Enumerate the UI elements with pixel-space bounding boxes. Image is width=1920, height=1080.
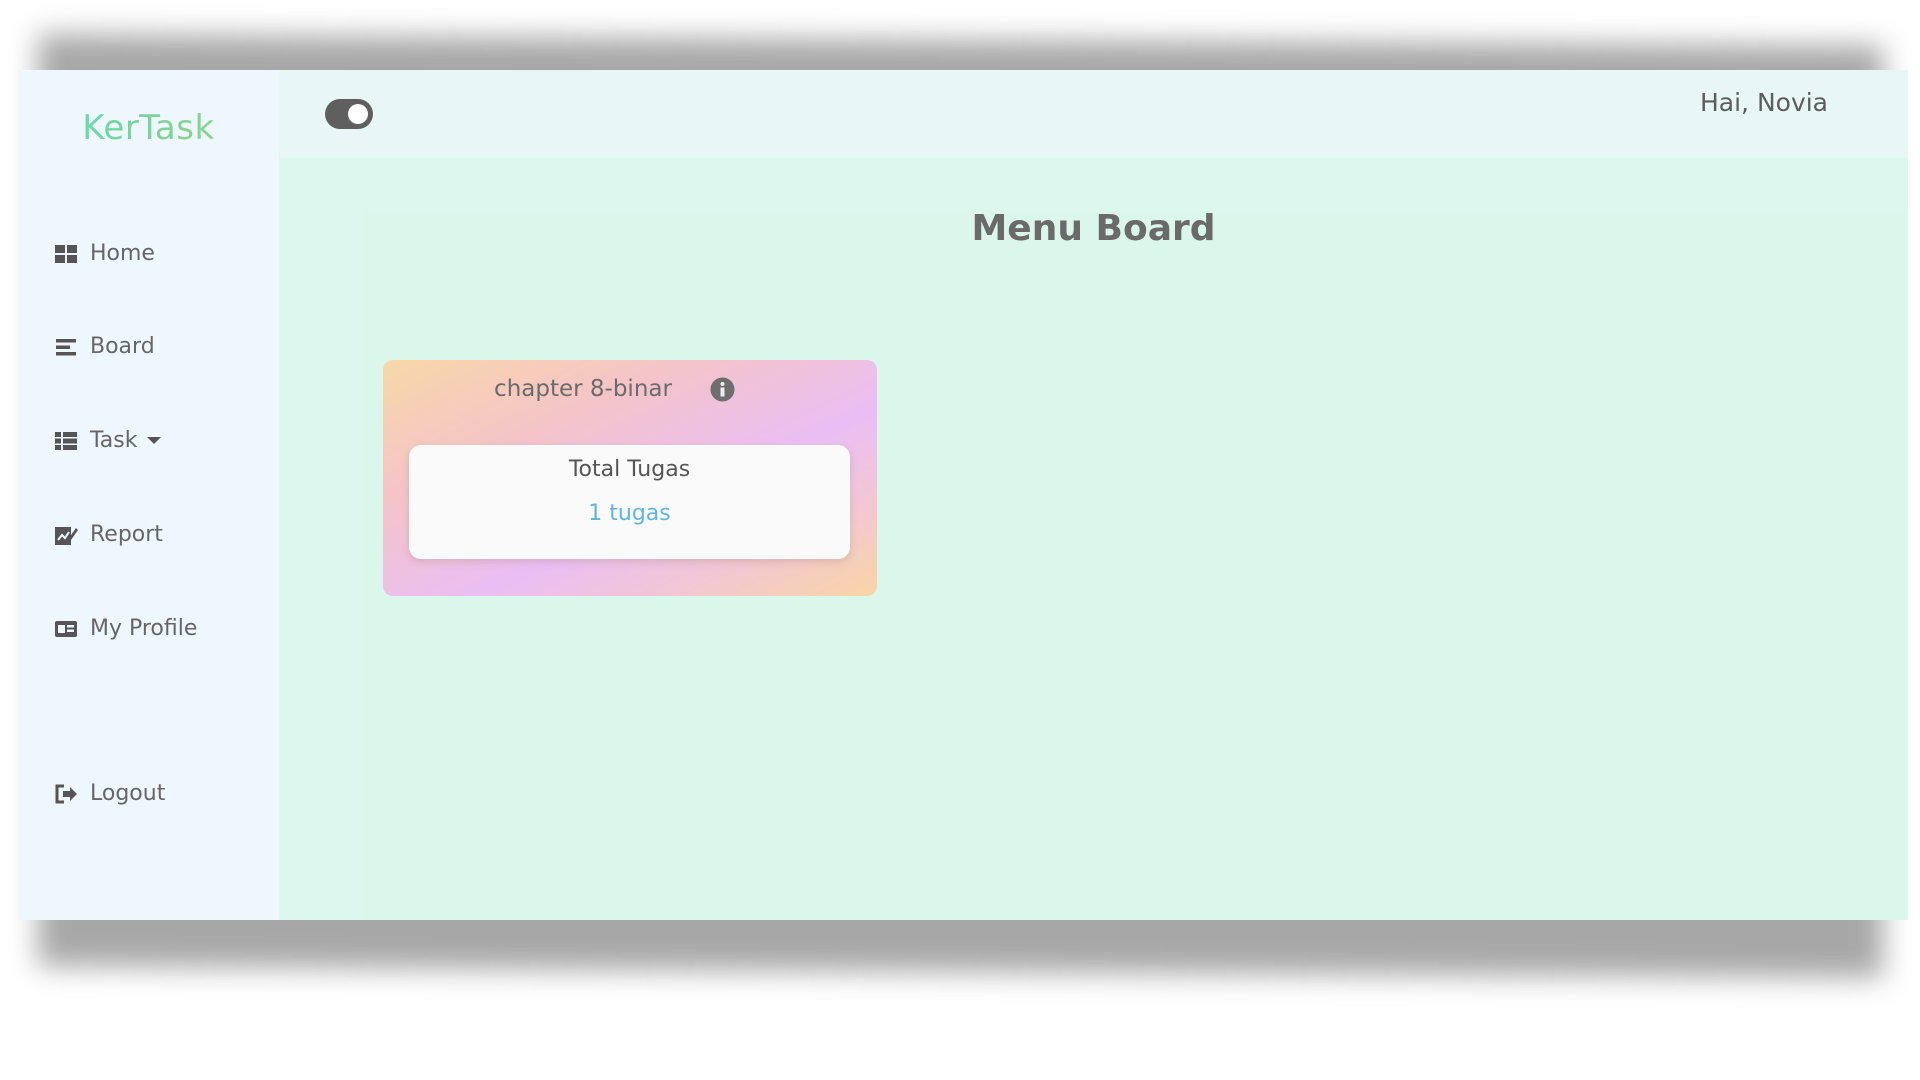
sidebar-item-label: Report <box>90 522 163 547</box>
sidebar: KerTask Home Board Task Report My Profil… <box>18 70 279 920</box>
toggle-icon <box>348 104 368 124</box>
sidebar-item-home[interactable]: Home <box>54 241 155 266</box>
page-title: Menu Board <box>971 208 1216 249</box>
sidebar-item-board[interactable]: Board <box>54 334 155 359</box>
board-card[interactable]: chapter 8-binar Total Tugas 1 tugas <box>383 360 877 596</box>
edit-chart-icon <box>54 524 78 546</box>
sidebar-item-logout[interactable]: Logout <box>54 781 165 806</box>
app-window: KerTask Home Board Task Report My Profil… <box>18 70 1908 920</box>
top-header: Hai, Novia <box>279 70 1908 158</box>
task-count-link[interactable]: 1 tugas <box>409 501 850 526</box>
sidebar-item-label: Task <box>90 428 138 453</box>
sidebar-item-my-profile[interactable]: My Profile <box>54 616 197 641</box>
sidebar-item-label: Home <box>90 241 155 266</box>
sidebar-item-label: Board <box>90 334 155 359</box>
bars-icon <box>54 336 78 358</box>
task-count-label: Total Tugas <box>568 457 691 482</box>
sidebar-item-report[interactable]: Report <box>54 522 163 547</box>
info-icon[interactable] <box>710 377 735 402</box>
chevron-down-icon <box>147 437 162 444</box>
sign-out-icon <box>54 783 78 805</box>
user-greeting[interactable]: Hai, Novia <box>1700 88 1828 117</box>
task-count-card: Total Tugas 1 tugas <box>409 445 850 559</box>
sidebar-item-label: My Profile <box>90 616 198 641</box>
grid-icon <box>54 243 78 265</box>
sidebar-item-task[interactable]: Task <box>54 428 162 453</box>
theme-toggle[interactable] <box>325 99 373 129</box>
brand-logo[interactable]: KerTask <box>18 108 279 148</box>
id-card-icon <box>54 618 78 640</box>
list-icon <box>54 430 78 452</box>
sidebar-item-label: Logout <box>90 781 166 806</box>
